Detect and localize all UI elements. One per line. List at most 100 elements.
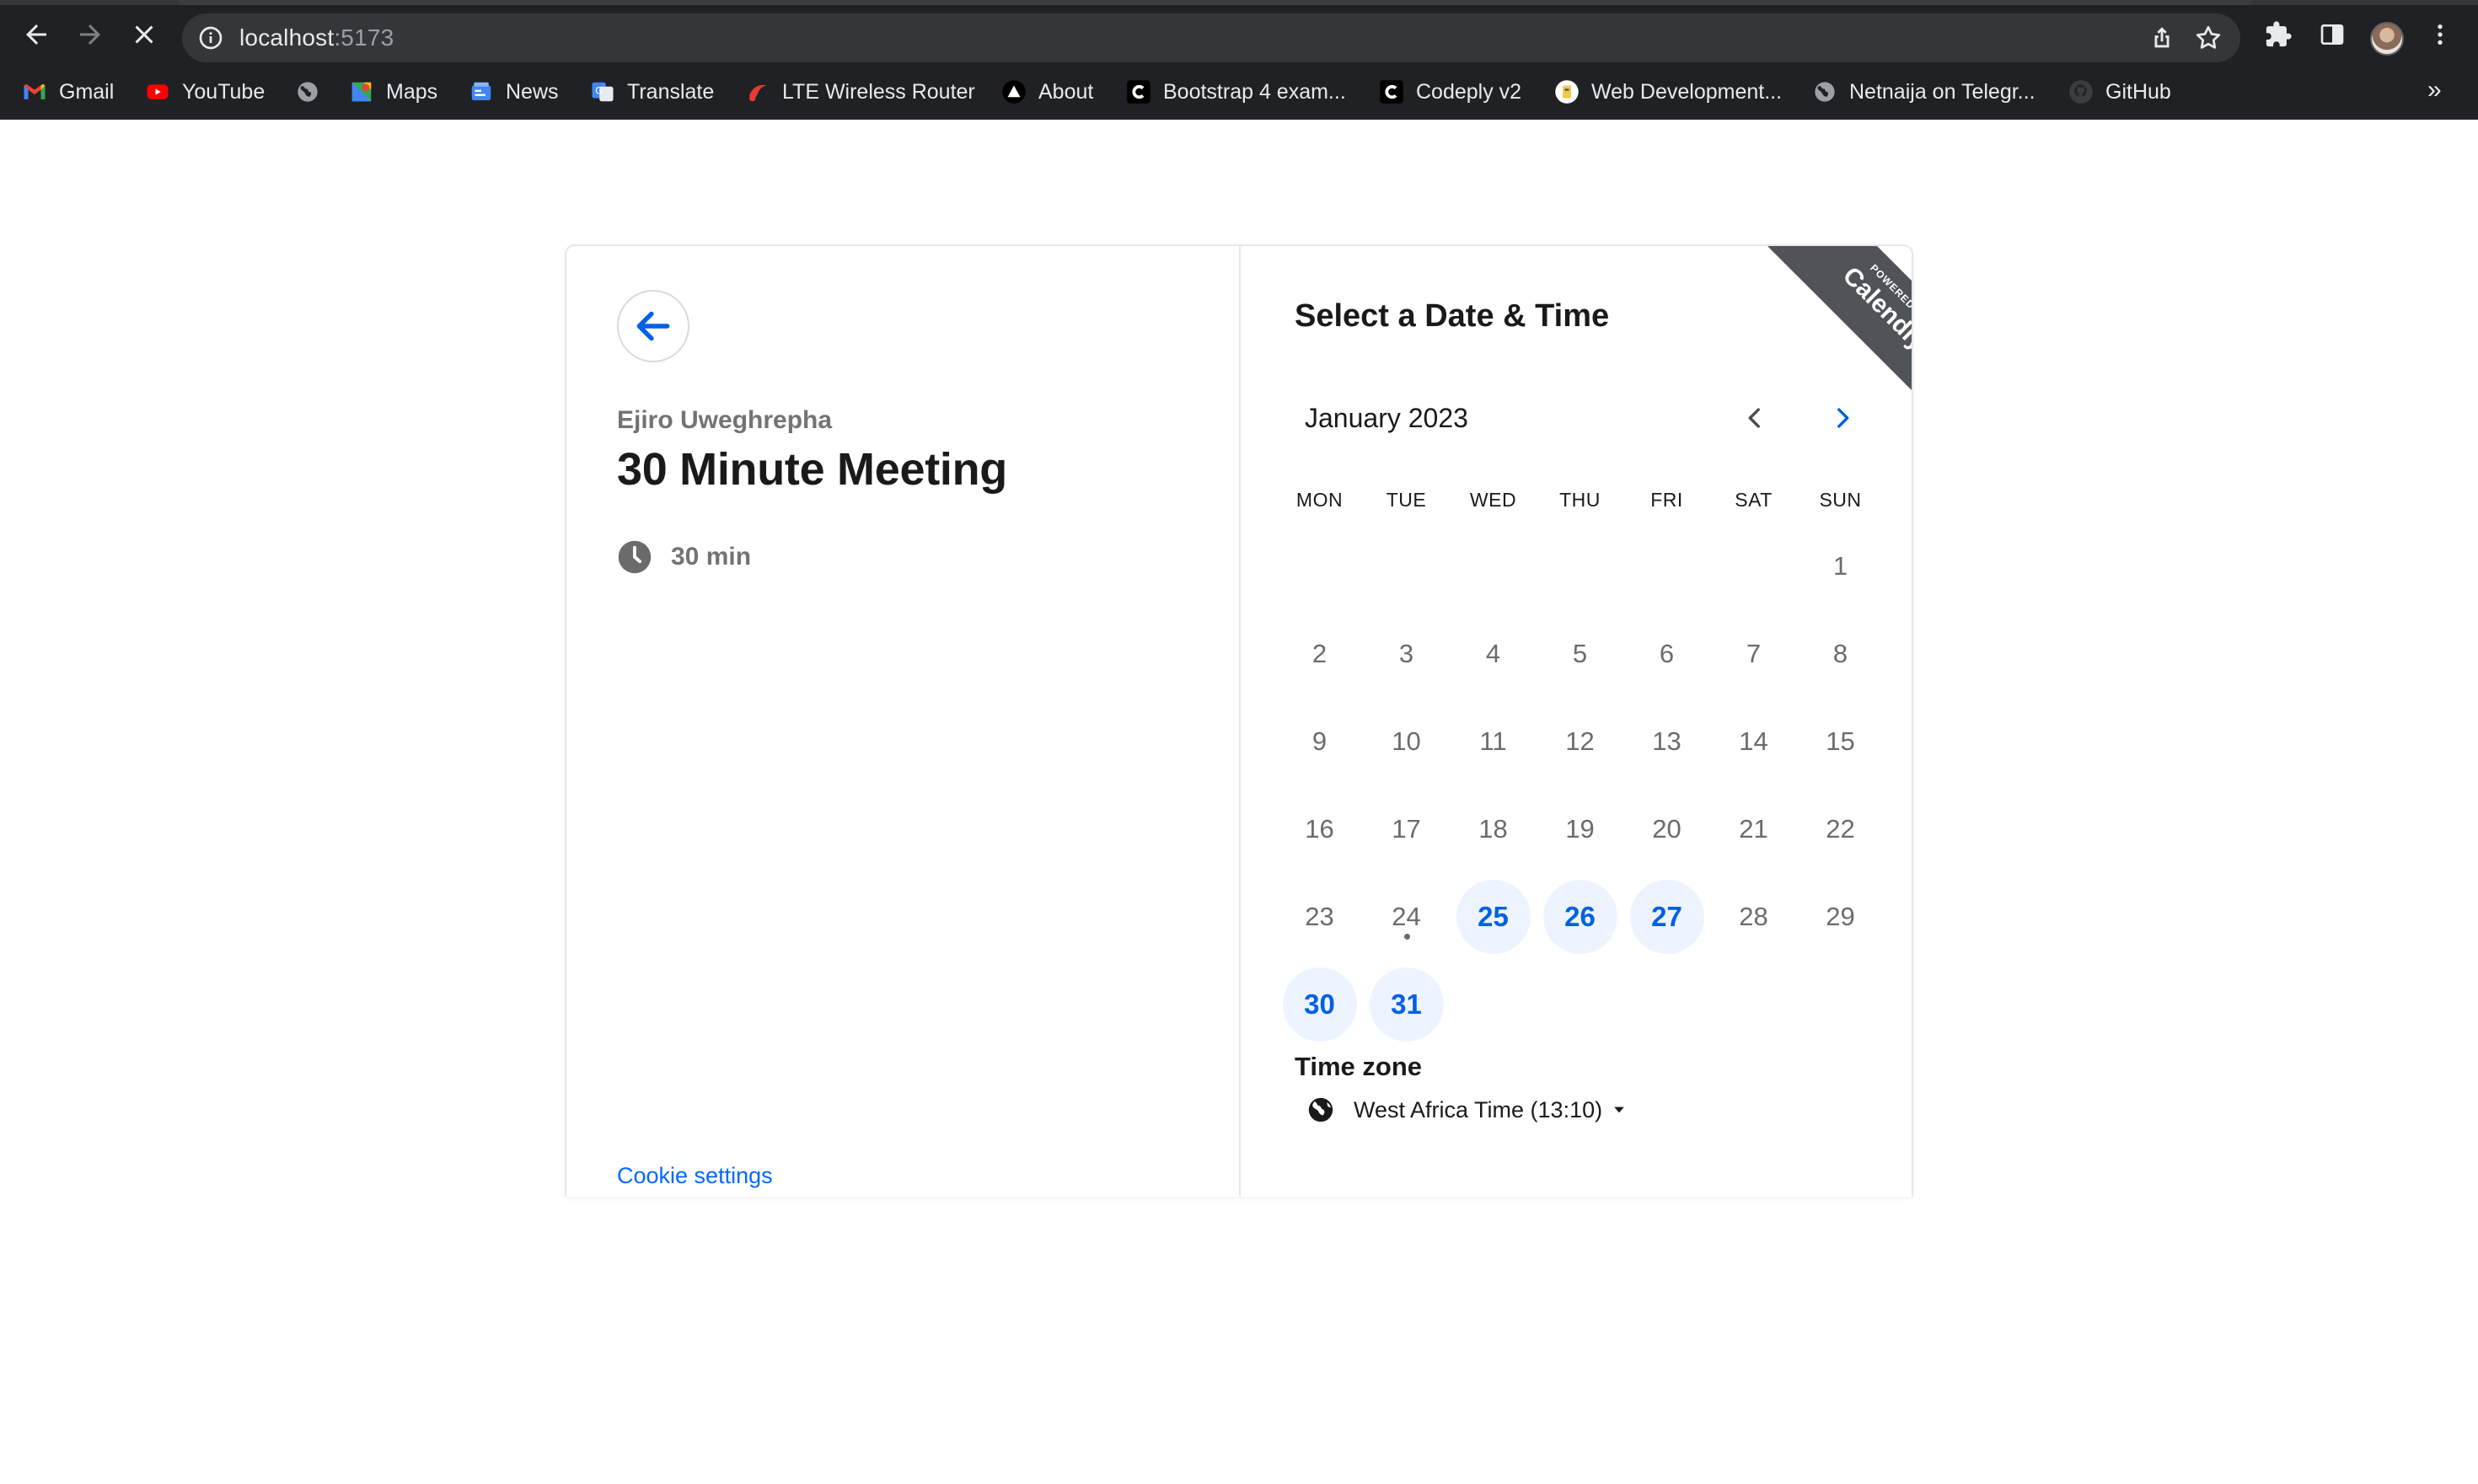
bookmark-about[interactable]: About [1001, 76, 1093, 108]
available-day-button[interactable]: 25 [1450, 873, 1537, 961]
day-number: 19 [1565, 814, 1595, 844]
webdev-icon [1554, 79, 1580, 104]
calendar-blank-cell [1537, 522, 1623, 610]
available-day-button[interactable]: 30 [1276, 961, 1363, 1048]
bookmark-maps[interactable]: Maps [349, 76, 437, 108]
kebab-menu-icon [2438, 24, 2443, 45]
url-host: localhost [239, 24, 335, 51]
calendar-day: 8 [1797, 610, 1884, 698]
day-number: 29 [1826, 902, 1855, 931]
globe-icon [1812, 79, 1837, 104]
day-number: 4 [1485, 639, 1501, 668]
address-bar[interactable]: localhost:5173 [182, 13, 2240, 62]
cookie-settings-link[interactable]: Cookie settings [617, 1163, 773, 1189]
bookmark-web-development[interactable]: Web Development... [1554, 76, 1782, 108]
svg-text:G: G [595, 86, 603, 97]
share-icon[interactable] [2148, 24, 2176, 52]
bookmark-label: Bootstrap 4 exam... [1163, 79, 1346, 104]
bookmark-netnaija[interactable]: Netnaija on Telegr... [1812, 76, 2036, 108]
bookmark-label: About [1038, 79, 1094, 104]
maps-icon [349, 79, 374, 104]
url-text[interactable]: localhost:5173 [239, 23, 394, 53]
day-number: 9 [1311, 726, 1328, 756]
calendar-day: 17 [1363, 785, 1450, 873]
day-number: 12 [1565, 726, 1595, 756]
globe-icon [1308, 1097, 1333, 1122]
side-panel-icon [2320, 24, 2344, 45]
calendar-day: 18 [1450, 785, 1537, 873]
browser-toolbar: localhost:5173 [0, 5, 2478, 64]
bookmark-label: Web Development... [1591, 79, 1783, 104]
caret-down-icon [1614, 1106, 1624, 1113]
calendar-day: 20 [1623, 785, 1710, 873]
side-panel-button[interactable] [2314, 17, 2350, 52]
profile-avatar[interactable] [2370, 22, 2404, 56]
bookmark-label: News [506, 79, 559, 104]
calendar-day: 3 [1363, 610, 1450, 698]
available-day-button[interactable]: 26 [1537, 873, 1623, 961]
weekday-label: MON [1295, 489, 1344, 511]
about-icon [1001, 79, 1027, 104]
weekday-label: TUE [1386, 489, 1427, 511]
day-number: 31 [1369, 967, 1444, 1042]
day-number: 6 [1659, 639, 1675, 668]
back-button[interactable] [617, 290, 689, 362]
day-number: 5 [1572, 639, 1588, 668]
weekday-label: WED [1469, 489, 1517, 511]
calendar-blank-cell [1710, 522, 1797, 610]
calendar-day: 13 [1623, 698, 1710, 785]
codeply-icon [1126, 79, 1151, 104]
bookmark-news[interactable]: News [469, 76, 559, 108]
weekday-label: SAT [1735, 489, 1773, 511]
scheduling-card: Ejiro Uweghrepha 30 Minute Meeting 30 mi… [565, 244, 1913, 1197]
calendar-blank-cell [1276, 522, 1363, 610]
calendar-day: 29 [1797, 873, 1884, 961]
powered-by-ribbon: POWERED BY Calendly [1767, 246, 1912, 421]
bookmark-lte-router[interactable]: LTE Wireless Router [745, 76, 975, 108]
bookmark-globe[interactable] [295, 76, 332, 108]
info-icon[interactable] [197, 24, 224, 51]
panel-heading: Select a Date & Time [1295, 298, 1610, 334]
day-number: 28 [1739, 902, 1768, 931]
weekday-header: MON TUE WED THU FRI SAT SUN [1276, 489, 1883, 512]
calendar-grid: 1 2 3 4 5 6 7 8 9 10 11 12 13 14 15 16 17 18 19 20 21 22 23 24 2… [1276, 522, 1883, 1048]
calendar-day: 1 [1797, 522, 1884, 610]
bookmark-github[interactable]: GitHub [2068, 76, 2171, 108]
day-number: 10 [1392, 726, 1421, 756]
stop-loading-button[interactable] [123, 13, 165, 56]
event-title: 30 Minute Meeting [617, 444, 1007, 495]
puzzle-icon [2266, 21, 2292, 47]
available-day-button[interactable]: 27 [1623, 873, 1710, 961]
weekday-label: SUN [1819, 489, 1862, 511]
available-day-button[interactable]: 31 [1363, 961, 1450, 1048]
bookmark-star-icon[interactable] [2193, 23, 2223, 53]
calendar-day: 23 [1276, 873, 1363, 961]
bookmark-translate[interactable]: G Translate [590, 76, 714, 108]
calendar-day: 6 [1623, 610, 1710, 698]
bookmarks-bar: Gmail YouTube Maps News G Translate LTE … [0, 69, 2478, 113]
day-number: 8 [1832, 639, 1848, 668]
day-number: 18 [1478, 814, 1508, 844]
day-number: 14 [1739, 726, 1768, 756]
calendar-day: 9 [1276, 698, 1363, 785]
back-nav-button[interactable] [15, 13, 57, 56]
gmail-icon [22, 79, 47, 104]
bookmark-youtube[interactable]: YouTube [145, 76, 265, 108]
duration-label: 30 min [671, 543, 752, 571]
arrow-right-icon [80, 24, 100, 45]
day-number: 11 [1479, 726, 1507, 756]
forward-nav-button[interactable] [69, 13, 111, 56]
browser-menu-button[interactable] [2422, 17, 2458, 52]
bookmark-codeply[interactable]: Codeply v2 [1379, 76, 1521, 108]
day-number: 20 [1652, 814, 1682, 844]
extensions-button[interactable] [2261, 17, 2296, 52]
clock-icon [618, 540, 652, 574]
calendar-day: 24 [1363, 873, 1450, 961]
powered-by-badge[interactable]: POWERED BY Calendly [1745, 246, 1912, 421]
router-icon [745, 79, 770, 104]
bookmark-gmail[interactable]: Gmail [22, 76, 114, 108]
timezone-select[interactable]: West Africa Time (13:10) [1306, 1096, 1628, 1124]
bookmark-label: Netnaija on Telegr... [1849, 79, 2036, 104]
more-bookmarks-button[interactable]: » [2427, 76, 2442, 104]
bookmark-bootstrap[interactable]: Bootstrap 4 exam... [1126, 76, 1346, 108]
